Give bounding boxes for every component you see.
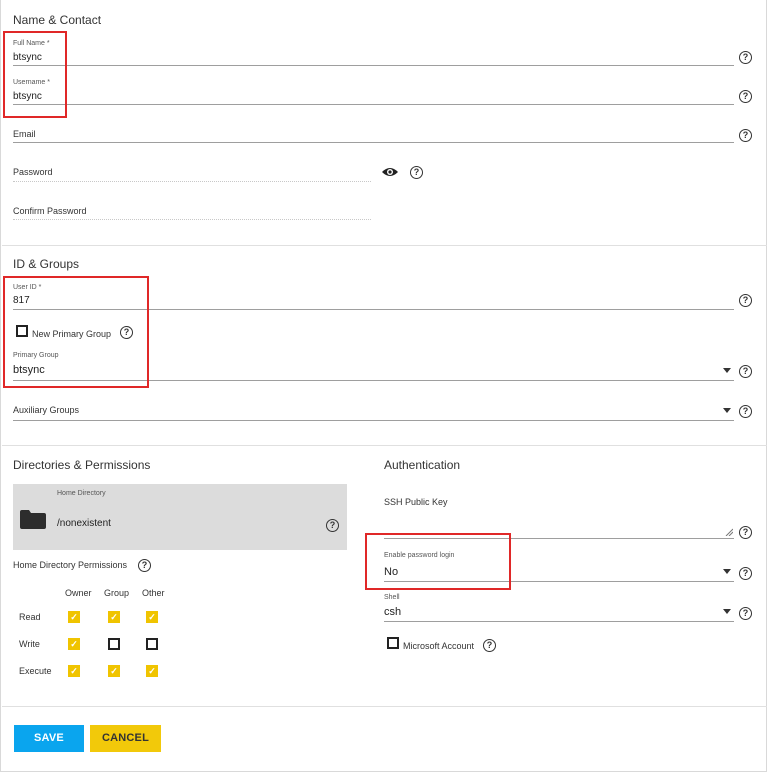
read-owner-checkbox[interactable]: ✓ [68, 611, 80, 623]
home-directory-value: /nonexistent [57, 518, 111, 529]
shell-dropdown-icon[interactable] [723, 609, 731, 614]
highlight-id-fields [3, 276, 149, 388]
username-underline [13, 104, 734, 105]
ssh-key-help-icon[interactable]: ? [739, 526, 752, 539]
email-underline [13, 142, 734, 143]
auxiliary-groups-dropdown-icon[interactable] [723, 408, 731, 413]
cancel-button[interactable]: CANCEL [90, 725, 161, 752]
email-input[interactable]: Email [13, 129, 36, 139]
resize-handle-icon[interactable] [725, 528, 733, 536]
full-name-underline [13, 65, 734, 66]
microsoft-account-help-icon[interactable]: ? [483, 639, 496, 652]
permissions-help-icon[interactable]: ? [138, 559, 151, 572]
execute-group-checkbox[interactable]: ✓ [108, 665, 120, 677]
section-title-authentication: Authentication [384, 458, 461, 472]
folder-icon [20, 510, 46, 529]
permissions-col-owner: Owner [65, 588, 92, 598]
shell-help-icon[interactable]: ? [739, 607, 752, 620]
permissions-row-execute: Execute [19, 666, 52, 676]
username-help-icon[interactable]: ? [739, 90, 752, 103]
user-id-help-icon[interactable]: ? [739, 294, 752, 307]
shell-underline [384, 621, 734, 622]
read-group-checkbox[interactable]: ✓ [108, 611, 120, 623]
enable-password-help-icon[interactable]: ? [739, 567, 752, 580]
primary-group-help-icon[interactable]: ? [739, 365, 752, 378]
write-owner-checkbox[interactable]: ✓ [68, 638, 80, 650]
home-directory-help-icon[interactable]: ? [326, 519, 339, 532]
divider [2, 706, 767, 707]
execute-owner-checkbox[interactable]: ✓ [68, 665, 80, 677]
permissions-row-read: Read [19, 612, 41, 622]
section-title-id-groups: ID & Groups [13, 257, 80, 271]
auxiliary-groups-underline [13, 420, 734, 421]
shell-label: Shell [384, 594, 400, 601]
ssh-key-label: SSH Public Key [384, 497, 448, 507]
section-title-directories: Directories & Permissions [13, 458, 151, 472]
permissions-row-write: Write [19, 639, 40, 649]
password-help-icon[interactable]: ? [410, 166, 423, 179]
read-other-checkbox[interactable]: ✓ [146, 611, 158, 623]
microsoft-account-checkbox[interactable] [387, 637, 399, 649]
permissions-col-group: Group [104, 588, 130, 598]
write-other-checkbox[interactable] [146, 638, 158, 650]
save-button[interactable]: SAVE [14, 725, 84, 752]
password-input[interactable]: Password [13, 167, 53, 177]
auxiliary-groups-select[interactable]: Auxiliary Groups [13, 405, 79, 415]
shell-select[interactable]: csh [384, 606, 401, 618]
enable-password-dropdown-icon[interactable] [723, 569, 731, 574]
permissions-label: Home Directory Permissions [13, 560, 128, 570]
confirm-password-underline [13, 219, 371, 220]
eye-icon[interactable] [381, 166, 399, 178]
full-name-help-icon[interactable]: ? [739, 51, 752, 64]
microsoft-account-label: Microsoft Account [403, 641, 475, 651]
highlight-password-login [365, 533, 511, 590]
execute-other-checkbox[interactable]: ✓ [146, 665, 158, 677]
primary-group-dropdown-icon[interactable] [723, 368, 731, 373]
password-underline [13, 181, 371, 182]
divider [2, 445, 767, 446]
highlight-name-fields [3, 31, 67, 118]
home-directory-label: Home Directory [57, 490, 106, 497]
auxiliary-groups-help-icon[interactable]: ? [739, 405, 752, 418]
user-form: Name & Contact Full Name * btsync ? User… [0, 0, 767, 772]
write-group-checkbox[interactable] [108, 638, 120, 650]
permissions-col-other: Other [142, 588, 165, 598]
divider [2, 245, 767, 246]
confirm-password-input[interactable]: Confirm Password [13, 206, 87, 216]
email-help-icon[interactable]: ? [739, 129, 752, 142]
section-title-name-contact: Name & Contact [13, 13, 102, 27]
